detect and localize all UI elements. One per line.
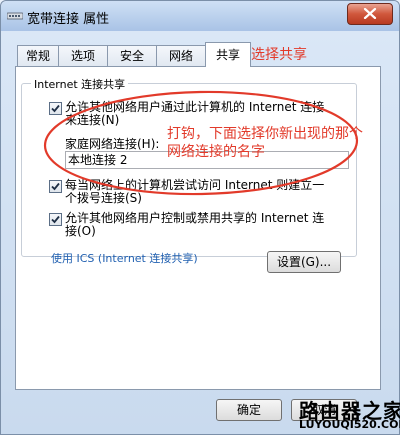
tab-options[interactable]: 选项	[58, 45, 108, 66]
tab-networking[interactable]: 网络	[156, 45, 206, 66]
allow-control-label-1: 允许其他网络用户控制或禁用共享的 Internet 连	[65, 211, 325, 225]
annotation-instruction-1: 打钩，下面选择你新出现的那个	[167, 126, 363, 142]
properties-dialog: 宽带连接 属性 常规 选项 安全 网络 共享 Internet 连接共享 允许其…	[0, 0, 400, 435]
settings-button[interactable]: 设置(G)...	[267, 251, 341, 273]
window-title: 宽带连接 属性	[27, 12, 110, 27]
allow-control-checkbox[interactable]	[49, 213, 62, 226]
ok-button[interactable]: 确定	[216, 399, 282, 421]
network-connection-icon	[6, 10, 24, 22]
watermark-site-url: LUYOUQI520.COM	[299, 418, 400, 431]
annotation-instruction-2: 网络连接的名字	[167, 144, 265, 160]
annotation-select-share: 选择共享	[251, 47, 307, 63]
tab-sharing[interactable]: 共享	[205, 42, 251, 67]
title-bar[interactable]: 宽带连接 属性	[1, 1, 399, 31]
check-icon	[51, 215, 60, 224]
ics-help-link[interactable]: 使用 ICS (Internet 连接共享)	[51, 250, 198, 266]
tab-security[interactable]: 安全	[107, 45, 157, 66]
tab-general[interactable]: 常规	[17, 45, 59, 66]
allow-control-checkbox-row[interactable]: 允许其他网络用户控制或禁用共享的 Internet 连 接(O)	[49, 212, 349, 240]
close-icon	[363, 8, 377, 19]
close-button[interactable]	[347, 3, 393, 25]
allow-control-label-2: 接(O)	[65, 224, 96, 238]
